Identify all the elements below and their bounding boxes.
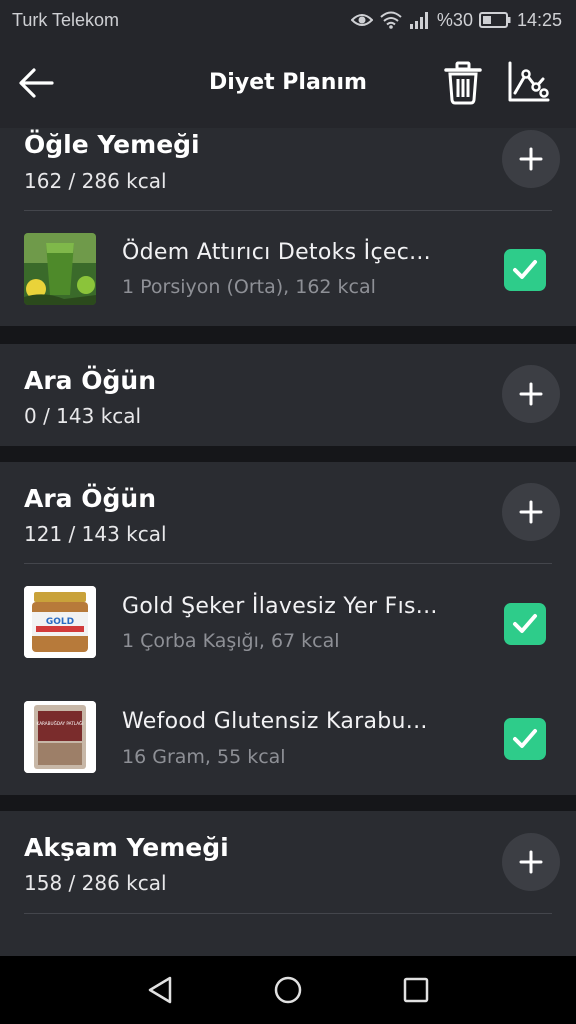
food-item[interactable]: KARABUĞDAY PATLAĞI Wefood Glutensiz Kara… (0, 680, 576, 790)
section-kcal: 158 / 286 kcal (24, 871, 167, 895)
wifi-icon (380, 11, 402, 29)
eye-icon (350, 14, 373, 26)
statistics-button[interactable] (506, 60, 550, 104)
eaten-checkbox[interactable] (504, 603, 546, 645)
circle-home-icon (274, 976, 302, 1004)
status-bar: Turk Telekom %30 14:25 (0, 0, 576, 40)
food-detail: 1 Porsiyon (Orta), 162 kcal (122, 276, 376, 298)
status-icons: %30 14:25 (350, 9, 562, 31)
system-nav-bar (0, 956, 576, 1024)
plus-icon (519, 147, 543, 171)
section-kcal: 162 / 286 kcal (24, 169, 167, 193)
trash-icon (444, 61, 482, 105)
divider (24, 210, 552, 211)
battery-percent: %30 (436, 9, 473, 30)
delete-button[interactable] (442, 60, 484, 106)
section-title: Öğle Yemeği (24, 130, 200, 159)
eaten-checkbox[interactable] (504, 718, 546, 760)
meal-section-dinner: Akşam Yemeği 158 / 286 kcal (0, 811, 576, 956)
carrier-label: Turk Telekom (12, 9, 120, 30)
meal-list[interactable]: Öğle Yemeği 162 / 286 kcal Ödem Attırıcı… (0, 128, 576, 956)
section-kcal: 121 / 143 kcal (24, 522, 167, 546)
meal-section-lunch: Öğle Yemeği 162 / 286 kcal Ödem Attırıcı… (0, 128, 576, 326)
nav-home-button[interactable] (268, 970, 308, 1010)
app-bar: Diyet Planım (0, 40, 576, 128)
food-thumbnail (24, 233, 96, 305)
check-icon (513, 614, 537, 633)
food-name: Wefood Glutensiz Karabu... (122, 709, 428, 734)
add-food-button[interactable] (502, 483, 560, 541)
check-icon (513, 260, 537, 279)
section-title: Akşam Yemeği (24, 833, 229, 862)
add-food-button[interactable] (502, 365, 560, 423)
food-thumbnail: KARABUĞDAY PATLAĞI (24, 701, 96, 773)
divider (24, 913, 552, 914)
section-title: Ara Öğün (24, 484, 156, 513)
section-title: Ara Öğün (24, 366, 156, 395)
svg-text:KARABUĞDAY PATLAĞI: KARABUĞDAY PATLAĞI (37, 721, 84, 726)
nav-back-button[interactable] (140, 970, 180, 1010)
battery-icon (478, 12, 511, 28)
food-detail: 16 Gram, 55 kcal (122, 746, 286, 768)
check-icon (513, 729, 537, 748)
plus-icon (519, 500, 543, 524)
chart-icon (508, 61, 550, 102)
food-name: Ödem Attırıcı Detoks İçec... (122, 240, 431, 265)
svg-text:GOLD: GOLD (46, 617, 74, 627)
food-name: Gold Şeker İlavesiz Yer Fıs... (122, 594, 438, 619)
clock: 14:25 (516, 9, 562, 30)
page-title: Diyet Planım (209, 70, 367, 95)
signal-icon (409, 12, 428, 29)
food-detail: 1 Çorba Kaşığı, 67 kcal (122, 630, 340, 652)
add-food-button[interactable] (502, 833, 560, 891)
section-kcal: 0 / 143 kcal (24, 404, 142, 428)
eaten-checkbox[interactable] (504, 249, 546, 291)
add-food-button[interactable] (502, 130, 560, 188)
meal-section-snack-2: Ara Öğün 121 / 143 kcal GOLD Gold Şeker … (0, 462, 576, 795)
food-item[interactable]: Ödem Attırıcı Detoks İçec... 1 Porsiyon … (0, 212, 576, 322)
triangle-back-icon (148, 976, 172, 1004)
meal-section-snack-1: Ara Öğün 0 / 143 kcal (0, 344, 576, 446)
food-thumbnail: GOLD (24, 586, 96, 658)
plus-icon (519, 850, 543, 874)
square-recents-icon (403, 977, 429, 1003)
plus-icon (519, 382, 543, 406)
food-item[interactable]: GOLD Gold Şeker İlavesiz Yer Fıs... 1 Ço… (0, 564, 576, 674)
nav-recents-button[interactable] (396, 970, 436, 1010)
